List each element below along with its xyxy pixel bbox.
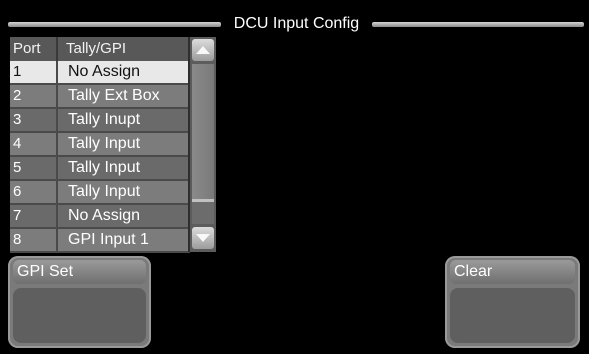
dcu-input-config-screen: DCU Input Config Port Tally/GPI 1 No Ass…	[0, 0, 589, 354]
column-header-port: Port	[10, 37, 58, 61]
table-row[interactable]: 7 No Assign	[10, 205, 190, 229]
port-cell: 7	[10, 205, 58, 227]
table-row[interactable]: 1 No Assign	[10, 61, 190, 85]
table-row[interactable]: 4 Tally Input	[10, 133, 190, 157]
table-row[interactable]: 3 Tally Inupt	[10, 109, 190, 133]
port-cell: 8	[10, 229, 58, 251]
port-cell: 5	[10, 157, 58, 179]
arrow-down-icon	[196, 234, 210, 242]
gpi-set-button[interactable]: GPI Set	[8, 256, 151, 348]
tally-cell: Tally Input	[68, 183, 141, 200]
tally-cell: Tally Ext Box	[68, 87, 160, 104]
column-header-tally: Tally/GPI	[66, 40, 127, 57]
scroll-thumb[interactable]	[192, 64, 214, 202]
port-cell: 1	[10, 61, 58, 83]
tally-cell: Tally Input	[68, 159, 141, 176]
table-header: Port Tally/GPI	[10, 37, 190, 61]
tally-cell: GPI Input 1	[68, 231, 149, 248]
tally-cell: No Assign	[68, 207, 141, 224]
table-row[interactable]: 8 GPI Input 1	[10, 229, 190, 253]
title-rule-left	[8, 22, 221, 27]
scroll-down-button[interactable]	[192, 227, 214, 249]
port-cell: 4	[10, 133, 58, 155]
clear-button[interactable]: Clear	[445, 256, 580, 348]
table-scrollbar[interactable]	[188, 37, 216, 252]
port-cell: 2	[10, 85, 58, 107]
title-rule-right	[372, 22, 584, 27]
port-cell: 3	[10, 109, 58, 131]
port-cell: 6	[10, 181, 58, 203]
clear-button-face	[450, 288, 575, 343]
arrow-up-icon	[196, 46, 210, 54]
table-row[interactable]: 2 Tally Ext Box	[10, 85, 190, 109]
port-tally-table: Port Tally/GPI 1 No Assign 2 Tally Ext B…	[10, 37, 190, 253]
gpi-set-button-face	[13, 288, 146, 343]
table-row[interactable]: 6 Tally Input	[10, 181, 190, 205]
table-row[interactable]: 5 Tally Input	[10, 157, 190, 181]
gpi-set-label: GPI Set	[13, 260, 146, 284]
tally-cell: Tally Input	[68, 135, 141, 152]
window-title: DCU Input Config	[233, 15, 360, 32]
tally-cell: Tally Inupt	[68, 111, 141, 128]
scroll-up-button[interactable]	[192, 39, 214, 61]
tally-cell: No Assign	[68, 63, 141, 80]
clear-label: Clear	[450, 260, 575, 284]
